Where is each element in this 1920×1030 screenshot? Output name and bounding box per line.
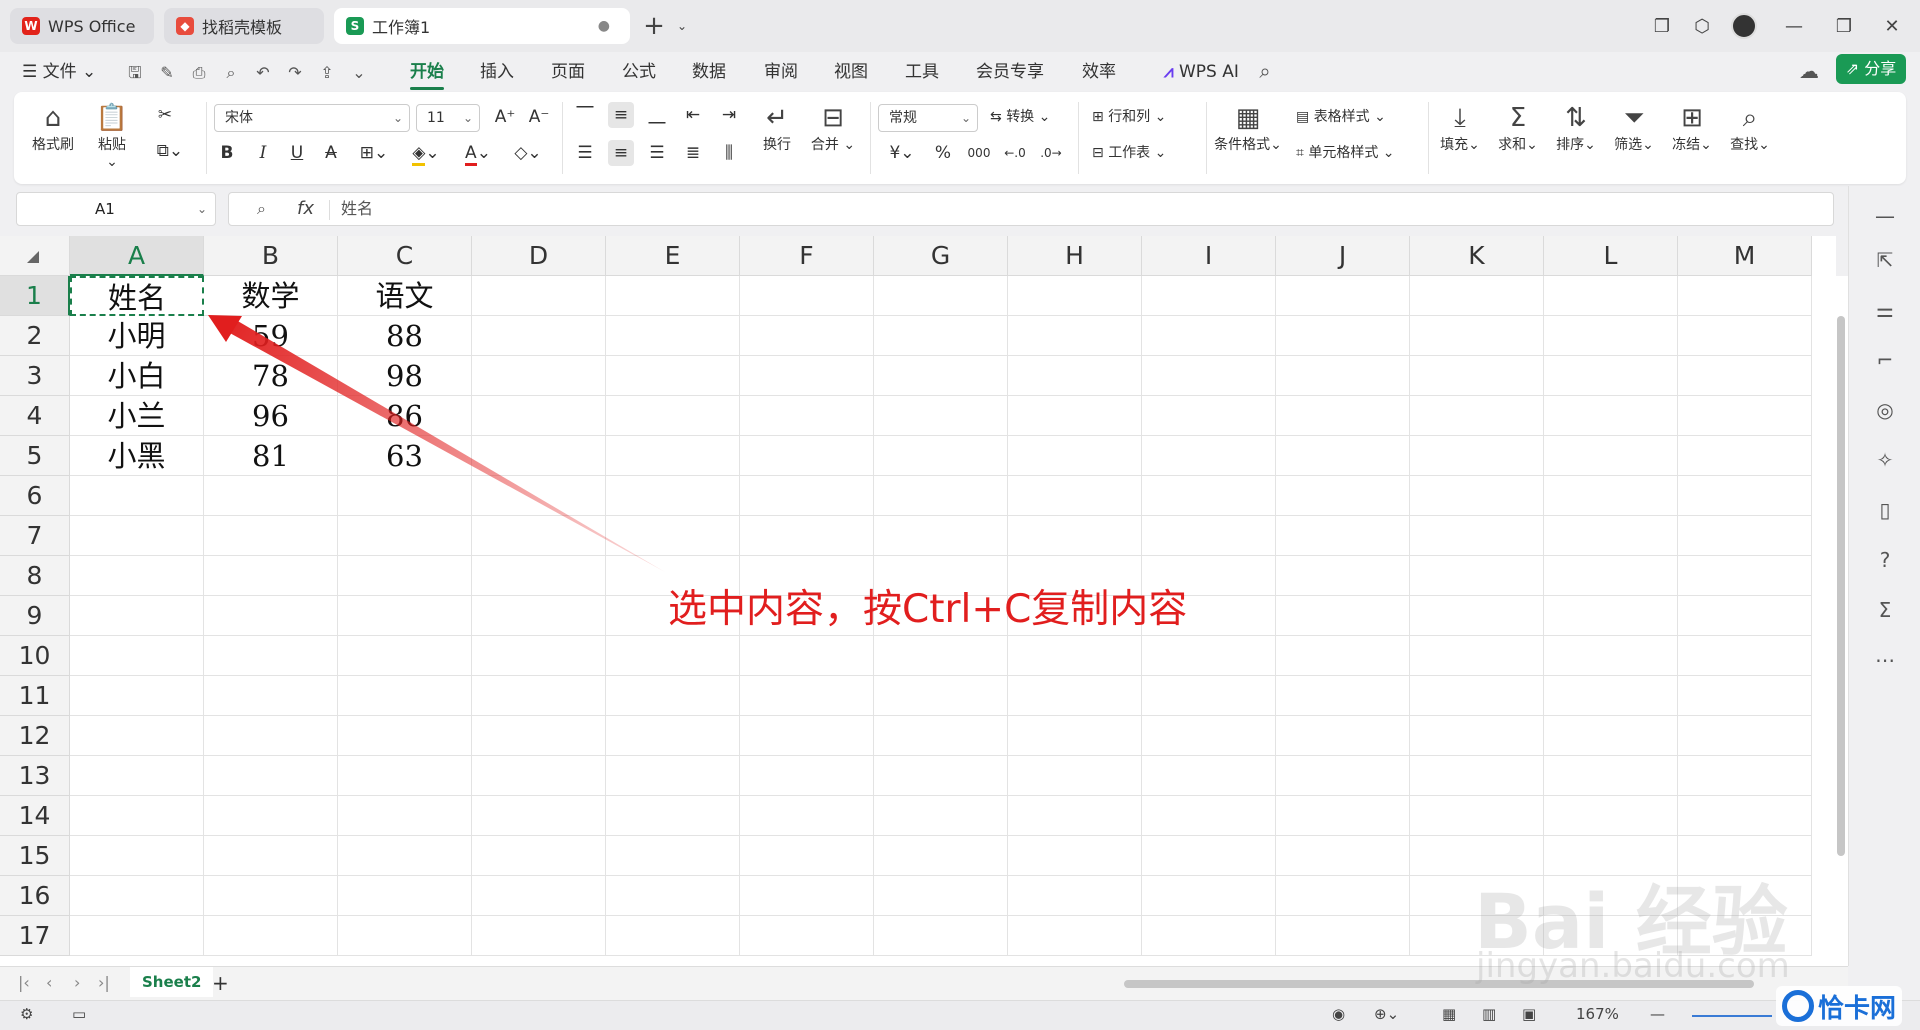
brand-circle-icon: [1782, 990, 1814, 1022]
brand-logo: 恰卡网: [1776, 986, 1903, 1026]
watermark-url: jingyan.baidu.com: [1476, 946, 1790, 986]
annotation-text: 选中内容，按Ctrl+C复制内容: [668, 587, 1188, 632]
